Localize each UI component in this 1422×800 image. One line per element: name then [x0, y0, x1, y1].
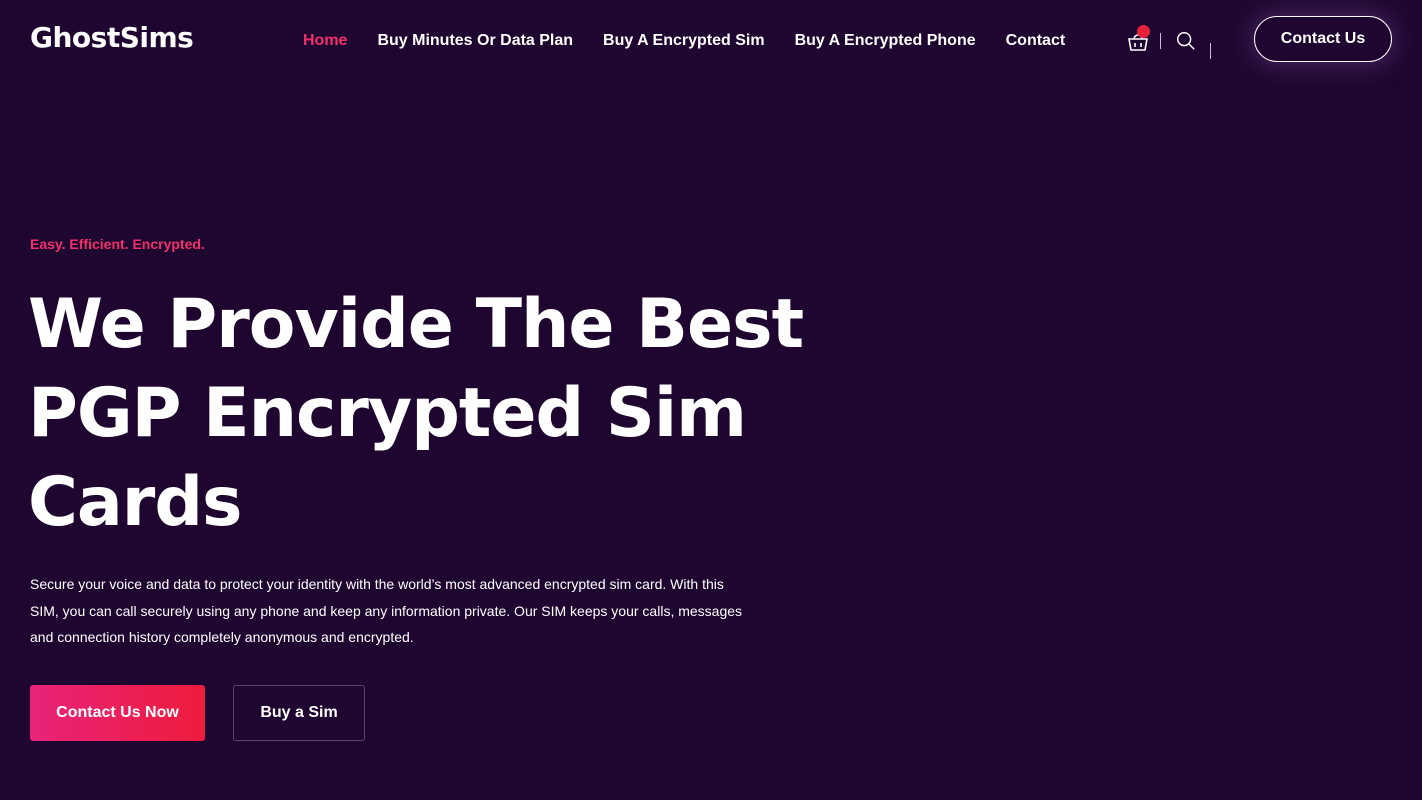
divider — [1210, 43, 1211, 59]
divider — [1160, 33, 1161, 49]
buy-a-sim-button[interactable]: Buy a Sim — [233, 685, 365, 741]
nav-item-buy-minutes-or-data-plan[interactable]: Buy Minutes Or Data Plan — [377, 32, 573, 50]
contact-us-button[interactable]: Contact Us — [1254, 16, 1392, 62]
hero-headline: We Provide The Best PGP Encrypted Sim Ca… — [28, 285, 804, 542]
site-logo[interactable]: GhostSims — [30, 21, 194, 54]
site-header: GhostSims Home Buy Minutes Or Data Plan … — [0, 0, 1422, 84]
nav-item-contact[interactable]: Contact — [1006, 32, 1066, 50]
nav-item-buy-encrypted-phone[interactable]: Buy A Encrypted Phone — [795, 32, 976, 50]
search-icon[interactable] — [1175, 30, 1197, 52]
hero-description: Secure your voice and data to protect yo… — [30, 576, 743, 645]
nav-item-home[interactable]: Home — [303, 32, 347, 50]
cart-badge — [1137, 25, 1150, 38]
contact-us-now-button[interactable]: Contact Us Now — [30, 685, 205, 741]
hero-tagline: Easy. Efficient. Encrypted. — [30, 236, 205, 252]
main-nav: Home Buy Minutes Or Data Plan Buy A Encr… — [303, 32, 1095, 50]
nav-item-buy-encrypted-sim[interactable]: Buy A Encrypted Sim — [603, 32, 765, 50]
